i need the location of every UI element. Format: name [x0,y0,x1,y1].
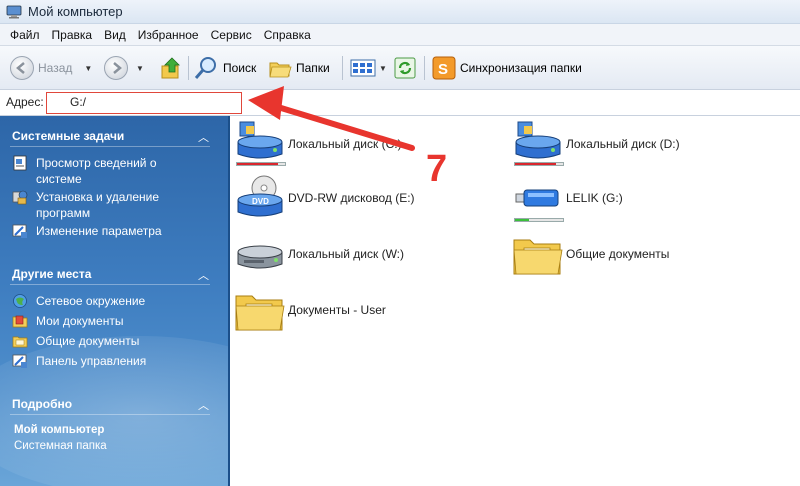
drive-label: Локальный диск (D:) [566,137,680,151]
menu-bar: Файл Правка Вид Избранное Сервис Справка [0,24,800,46]
drive-e-dvd[interactable]: DVD DVD-RW дисковод (E:) [234,174,415,222]
folders-label: Папки [296,61,330,75]
drive-label: LELIK (G:) [566,191,623,205]
views-button[interactable]: ▼ [350,54,387,82]
search-button[interactable]: Поиск [194,54,256,82]
search-label: Поиск [223,61,257,75]
annotation-number: 7 [426,148,448,190]
search-icon [194,57,216,79]
up-folder-button[interactable] [160,54,182,82]
address-value: G:/ [70,95,87,109]
file-view: Локальный диск (C:) Локальный диск (D:) … [230,116,800,486]
drive-c-usage-bar [236,162,286,166]
drive-d-usage-bar [514,162,564,166]
refresh-button[interactable] [394,54,416,82]
change-setting-link[interactable]: Изменение параметра [12,223,212,239]
refresh-icon [394,57,416,79]
removable-disk-icon [237,245,283,269]
my-computer-icon [6,5,22,18]
sync-folder-button[interactable]: S Синхронизация папки [432,54,582,82]
other-places-title[interactable]: Другие места [12,267,91,281]
shared-documents-folder[interactable]: Общие документы [512,230,669,278]
forward-button[interactable]: ▼ [104,54,144,82]
folder-icon [235,295,285,331]
svg-text:DVD: DVD [252,197,269,206]
side-item-label: Общие документы [36,334,140,348]
side-item-label: Просмотр сведений о системе [36,156,157,186]
collapse-chevron-icon[interactable]: ︿ [198,267,209,283]
usb-drive-icon [515,189,559,207]
menu-help[interactable]: Справка [258,25,317,45]
drive-label: DVD-RW дисковод (E:) [288,191,415,205]
address-bar: Адрес: G:/ [0,90,800,116]
task-pane: Системные задачи ︿ Просмотр сведений о с… [0,116,230,486]
shared-documents-link[interactable]: Общие документы [12,333,139,349]
svg-text:S: S [438,61,448,78]
chevron-down-icon[interactable]: ▼ [136,64,144,73]
sync-folder-label: Синхронизация папки [460,61,582,75]
folders-icon [269,62,292,78]
menu-view[interactable]: Вид [98,25,132,45]
collapse-chevron-icon[interactable]: ︿ [198,397,209,413]
side-item-label: Мои документы [36,314,124,328]
folder-icon [513,239,563,275]
system-tasks-title[interactable]: Системные задачи [12,129,124,143]
menu-file[interactable]: Файл [4,25,46,45]
collapse-chevron-icon[interactable]: ︿ [198,129,209,145]
drive-d[interactable]: Локальный диск (D:) [512,120,680,168]
drive-w[interactable]: Локальный диск (W:) [234,230,404,278]
back-arrow-icon [10,56,34,80]
side-item-label: Панель управления [36,354,147,368]
back-label: Назад [38,61,73,75]
sync-folder-icon: S [432,56,456,80]
user-documents-folder[interactable]: Документы - User [234,286,386,334]
menu-tools[interactable]: Сервис [205,25,258,45]
control-panel-icon [12,354,27,368]
hard-drive-icon [237,121,283,159]
back-button[interactable]: Назад ▼ [10,54,92,82]
add-remove-programs-link[interactable]: Установка и удаление программ [12,189,182,221]
hard-drive-icon [515,121,561,159]
drive-label: Локальный диск (C:) [288,137,402,151]
side-item-label: Установка и удаление программ [36,190,160,220]
chevron-down-icon[interactable]: ▼ [84,64,92,73]
my-documents-link[interactable]: Мои документы [12,313,123,329]
toolbar: Назад ▼ ▼ Поиск Папки ▼ S Синхронизация … [0,46,800,90]
window-title: Мой компьютер [28,4,123,19]
view-grid-icon [350,59,376,77]
my-documents-icon [12,315,28,328]
forward-arrow-icon [104,56,128,80]
system-info-icon [13,155,27,171]
dvd-drive-icon: DVD [237,175,283,217]
drive-label: Локальный диск (W:) [288,247,405,261]
control-panel-link[interactable]: Панель управления [12,353,146,369]
menu-favorites[interactable]: Избранное [132,25,205,45]
control-panel-icon [12,224,27,238]
up-folder-icon [161,57,180,79]
network-places-link[interactable]: Сетевое окружение [12,293,145,309]
folder-label: Общие документы [566,247,670,261]
details-title[interactable]: Подробно [12,397,72,411]
drive-g-usage-bar [514,218,564,222]
shared-documents-icon [12,336,28,348]
folders-button[interactable]: Папки [268,54,330,82]
network-places-icon [13,294,27,308]
address-label: Адрес: [6,95,44,109]
side-item-label: Сетевое окружение [36,294,146,308]
title-bar: Мой компьютер [0,0,800,24]
menu-edit[interactable]: Правка [46,25,99,45]
folder-label: Документы - User [288,303,386,317]
view-system-info-link[interactable]: Просмотр сведений о системе [12,155,182,187]
side-item-label: Изменение параметра [36,224,162,238]
details-name: Мой компьютер [14,424,105,436]
details-type: Системная папка [14,440,107,452]
drive-c[interactable]: Локальный диск (C:) [234,120,402,168]
add-remove-programs-icon [12,190,28,205]
chevron-down-icon[interactable]: ▼ [379,64,387,73]
drive-g-usb[interactable]: LELIK (G:) [512,174,623,222]
